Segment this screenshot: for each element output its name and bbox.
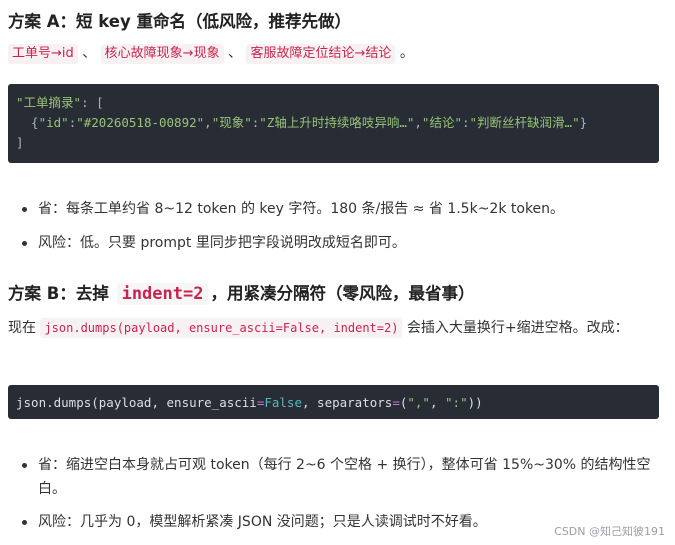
code-token: "id" xyxy=(38,115,69,130)
section-a-bullet-list: 省：每条工单约省 8~12 token 的 key 字符。180 条/报告 ≈ … xyxy=(0,197,658,265)
code-token: = xyxy=(392,395,400,410)
bullet-dot xyxy=(22,463,27,468)
code-token: { xyxy=(16,115,39,130)
heading-text-post: ，用紧凑分隔符（零风险，最省事） xyxy=(210,284,475,303)
code-token: False xyxy=(264,395,302,410)
mapping-separator-2: 、 xyxy=(228,45,243,61)
list-item: 省：每条工单约省 8~12 token 的 key 字符。180 条/报告 ≈ … xyxy=(0,197,658,221)
list-item: 风险：低。只要 prompt 里同步把字段说明改成短名即可。 xyxy=(0,231,658,255)
code-line-2: {"id":"#20260518-00892","现象":"Z轴上升时持续咯吱异… xyxy=(16,115,588,130)
code-token: "现象" xyxy=(211,115,252,130)
bullet-dot xyxy=(22,207,27,212)
key-mapping-line: 工单号→id 、 核心故障现象→现象 、 客服故障定位结论→结论 。 xyxy=(8,42,414,64)
code-token: "判断丝杆缺润滑…" xyxy=(469,115,580,130)
section-b-heading: 方案 B：去掉 indent=2 ，用紧凑分隔符（零风险，最省事） xyxy=(8,280,474,305)
list-item-text: 省：每条工单约省 8~12 token 的 key 字符。180 条/报告 ≈ … xyxy=(38,201,565,217)
heading-inline-code: indent=2 xyxy=(116,283,209,305)
code-token: "Z轴上升时持续咯吱异响…" xyxy=(259,115,415,130)
mapping-separator-1: 、 xyxy=(82,45,97,61)
code-token: )) xyxy=(467,395,483,410)
section-a-heading: 方案 A：短 key 重命名（低风险，推荐先做） xyxy=(8,12,351,31)
list-item-text: 风险：几乎为 0，模型解析紧凑 JSON 没问题；只是人读调试时不好看。 xyxy=(38,514,487,530)
python-code-block[interactable]: json.dumps(payload, ensure_ascii = False, … xyxy=(8,385,659,419)
section-b-bullet-list: 省：缩进空白本身就占可观 token（每行 2~6 个空格 + 换行），整体可省… xyxy=(0,453,658,534)
code-line-1: json.dumps(payload, ensure_ascii = False, … xyxy=(16,393,651,413)
mapping-code-2: 核心故障现象→现象 xyxy=(100,44,224,64)
code-line-1: "工单摘录": [ xyxy=(16,93,651,113)
code-token: : [ xyxy=(81,95,104,110)
heading-text-pre: 方案 B：去掉 xyxy=(8,284,109,303)
bullet-dot xyxy=(22,241,27,246)
bullet-dot xyxy=(22,520,27,525)
list-item-text: 省：缩进空白本身就占可观 token（每行 2~6 个空格 + 换行），整体可省… xyxy=(38,457,651,497)
section-b-paragraph: 现在 json.dumps(payload, ensure_ascii=Fals… xyxy=(8,316,658,340)
code-token: "结论" xyxy=(421,115,462,130)
code-token: "工单摘录" xyxy=(16,95,82,110)
code-line-3: ] xyxy=(16,133,651,153)
paragraph-text-post: 会插入大量换行+缩进空格。改成： xyxy=(406,320,629,336)
code-token: json.dumps(payload, ensure_ascii xyxy=(16,395,257,410)
code-token: , separators xyxy=(302,395,393,410)
mapping-code-3: 客服故障定位结论→结论 xyxy=(246,44,396,64)
code-token: } xyxy=(579,115,588,130)
code-token: ] xyxy=(16,135,24,150)
code-token: ":" xyxy=(445,395,468,410)
document-page: 方案 A：短 key 重命名（低风险，推荐先做） 工单号→id 、 核心故障现象… xyxy=(0,0,675,545)
list-item: 省：缩进空白本身就占可观 token（每行 2~6 个空格 + 换行），整体可省… xyxy=(0,453,658,501)
code-token: "#20260518-00892" xyxy=(76,115,205,130)
code-token: "," xyxy=(407,395,430,410)
mapping-end-punct: 。 xyxy=(399,45,414,61)
list-item-text: 风险：低。只要 prompt 里同步把字段说明改成短名即可。 xyxy=(38,235,406,251)
watermark: CSDN @知己知彼191 xyxy=(554,525,665,538)
json-code-block[interactable]: "工单摘录": [ {"id":"#20260518-00892","现象":"… xyxy=(8,84,659,163)
mapping-code-1: 工单号→id xyxy=(8,44,78,64)
paragraph-text-pre: 现在 xyxy=(8,320,36,336)
paragraph-inline-code: json.dumps(payload, ensure_ascii=False, … xyxy=(40,318,403,338)
code-token: , xyxy=(429,395,446,410)
